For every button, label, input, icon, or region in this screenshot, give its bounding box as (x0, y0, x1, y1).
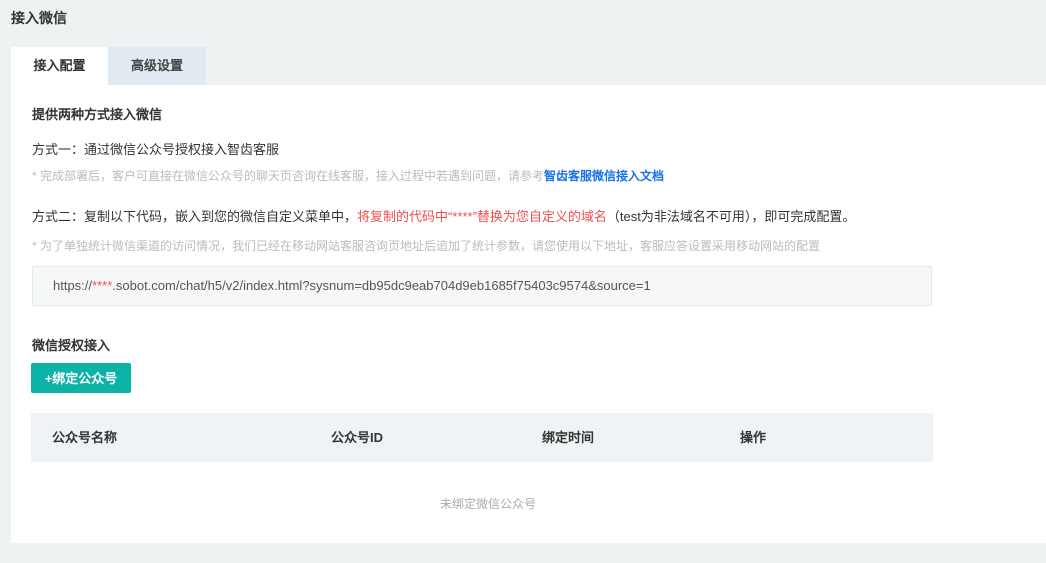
page-title: 接入微信 (11, 10, 67, 26)
tab-access-config[interactable]: 接入配置 (11, 47, 108, 85)
empty-table-message: 未绑定微信公众号 (439, 497, 536, 511)
auth-section-title: 微信授权接入 (32, 338, 111, 353)
method-two-text: 方式二：复制以下代码，嵌入到您的微信自定义菜单中，将复制的代码中“****”替换… (32, 206, 855, 225)
url-suffix: .sobot.com/chat/h5/v2/index.html?sysnum=… (112, 278, 651, 293)
column-header-bind-time: 绑定时间 (542, 430, 595, 445)
bind-account-button[interactable]: +绑定公众号 (31, 363, 131, 393)
config-panel: 提供两种方式接入微信 方式一：通过微信公众号授权接入智齿客服 * 完成部署后，客… (11, 85, 1046, 543)
method-two-prefix: 方式二：复制以下代码，嵌入到您的微信自定义菜单中， (32, 209, 358, 224)
column-header-actions: 操作 (740, 430, 767, 445)
tab-advanced-settings[interactable]: 高级设置 (108, 47, 206, 85)
tab-bar: 接入配置 高级设置 (11, 47, 206, 85)
method-two-hint: * 为了单独统计微信渠道的访问情况，我们已经在移动网站客服咨询页地址后追加了统计… (32, 239, 821, 253)
method-two-suffix: （test为非法域名不可用），即可完成配置。 (606, 209, 856, 224)
column-header-id: 公众号ID (331, 430, 384, 445)
method-one-text: 方式一：通过微信公众号授权接入智齿客服 (32, 142, 280, 157)
method-two-highlight: 将复制的代码中“****”替换为您自定义的域名 (357, 209, 607, 224)
url-domain-placeholder: **** (92, 278, 113, 293)
column-header-name: 公众号名称 (52, 430, 118, 445)
url-prefix: https:// (53, 278, 93, 293)
table-header: 公众号名称 公众号ID 绑定时间 操作 (31, 413, 933, 462)
docs-link[interactable]: 智齿客服微信接入文档 (544, 169, 664, 183)
section-heading: 提供两种方式接入微信 (32, 107, 163, 122)
method-one-hint-text: * 完成部署后，客户可直接在微信公众号的聊天页咨询在线客服，接入过程中若遇到问题… (32, 169, 545, 183)
method-one-hint: * 完成部署后，客户可直接在微信公众号的聊天页咨询在线客服，接入过程中若遇到问题… (32, 167, 664, 184)
embed-url-box[interactable]: https://****.sobot.com/chat/h5/v2/index.… (32, 266, 932, 306)
